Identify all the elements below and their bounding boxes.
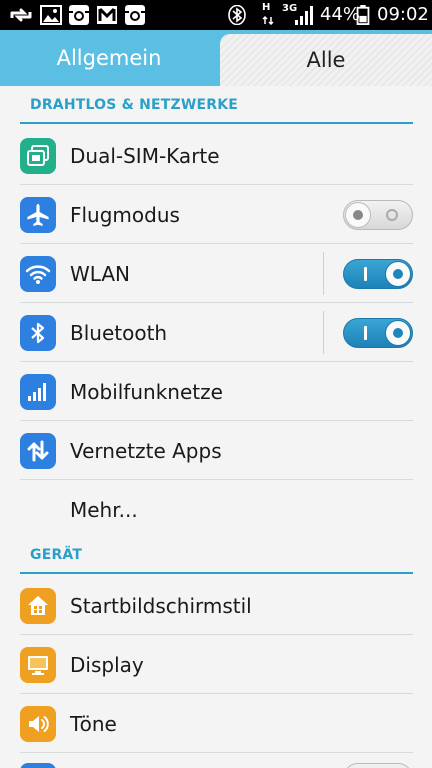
speaker-icon	[20, 706, 56, 742]
partial-row-toggle[interactable]	[343, 763, 413, 768]
setting-label: Dual-SIM-Karte	[70, 143, 220, 168]
bluetooth-toggle[interactable]	[343, 318, 413, 348]
instagram-icon	[69, 5, 89, 25]
setting-label: Mehr...	[70, 497, 138, 522]
setting-home-style[interactable]: Startbildschirmstil	[20, 576, 413, 635]
setting-flight-mode[interactable]: Flugmodus	[20, 185, 413, 244]
settings-tabs: Allgemein Alle	[0, 30, 432, 86]
gallery-icon	[40, 5, 62, 25]
partial-row-icon	[20, 763, 56, 768]
tab-all[interactable]: Alle	[220, 34, 432, 86]
battery-percent: 44%	[320, 4, 361, 25]
status-bar: H 3G 44% 09:02	[0, 0, 432, 30]
cellular-signal-icon	[20, 374, 56, 410]
bluetooth-status-icon	[228, 5, 246, 25]
setting-display[interactable]: Display	[20, 635, 413, 694]
data-transfer-icon	[20, 433, 56, 469]
wlan-toggle[interactable]	[343, 259, 413, 289]
setting-connected-apps[interactable]: Vernetzte Apps	[20, 421, 413, 480]
sync-icon	[10, 8, 32, 22]
setting-label: Vernetzte Apps	[70, 438, 222, 463]
gmail-icon	[97, 6, 117, 24]
setting-next-partial[interactable]	[20, 753, 413, 768]
setting-more[interactable]: Mehr...	[20, 480, 413, 539]
clock: 09:02	[377, 4, 429, 25]
toggle-knob	[385, 320, 411, 346]
sim-card-icon	[20, 138, 56, 174]
section-header-wireless: DRAHTLOS & NETZWERKE	[20, 88, 413, 124]
toggle-knob	[385, 261, 411, 287]
data-arrows-icon	[262, 15, 274, 25]
setting-sounds[interactable]: Töne	[20, 694, 413, 753]
setting-label: Display	[70, 652, 144, 677]
setting-label: Bluetooth	[70, 320, 168, 345]
instagram-icon-2	[125, 5, 145, 25]
tab-general[interactable]: Allgemein	[0, 30, 218, 86]
battery-icon	[356, 5, 370, 25]
setting-label: Mobilfunknetze	[70, 379, 223, 404]
flight-mode-toggle[interactable]	[343, 200, 413, 230]
setting-label: Flugmodus	[70, 202, 180, 227]
display-icon	[20, 647, 56, 683]
setting-mobile-networks[interactable]: Mobilfunknetze	[20, 362, 413, 421]
signal-icon	[295, 6, 313, 25]
setting-bluetooth[interactable]: Bluetooth	[20, 303, 413, 362]
divider	[323, 252, 324, 295]
toggle-knob	[345, 202, 371, 228]
setting-dual-sim[interactable]: Dual-SIM-Karte	[20, 126, 413, 185]
setting-label: Startbildschirmstil	[70, 593, 252, 618]
divider	[323, 311, 324, 354]
section-header-device: GERÄT	[20, 538, 413, 574]
airplane-icon	[20, 197, 56, 233]
setting-wlan[interactable]: WLAN	[20, 244, 413, 303]
bluetooth-icon	[20, 315, 56, 351]
setting-label: Töne	[70, 711, 117, 736]
wifi-icon	[20, 256, 56, 292]
home-icon	[20, 588, 56, 624]
setting-label: WLAN	[70, 261, 131, 286]
